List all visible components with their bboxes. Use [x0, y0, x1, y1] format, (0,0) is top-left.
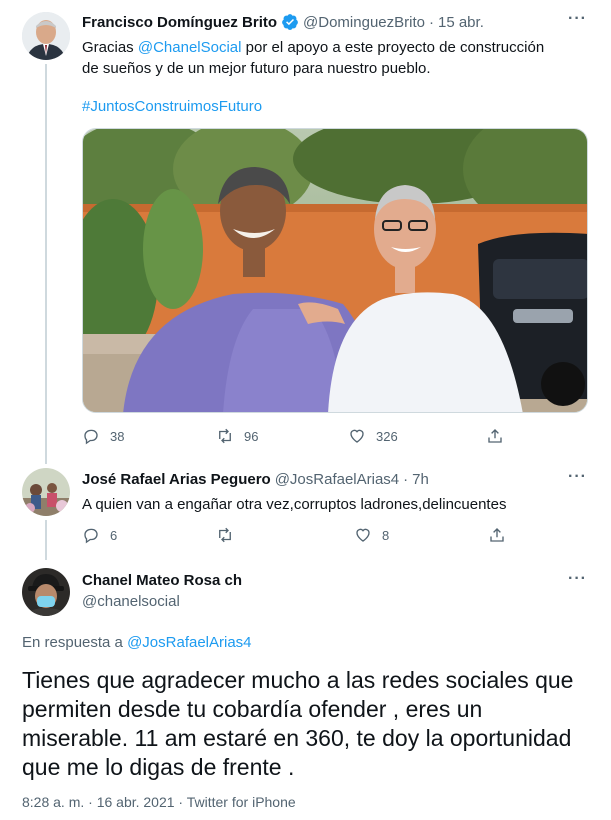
tweet2-text: A quien van a engañar otra vez,corruptos… [82, 496, 507, 513]
tweet2-handle[interactable]: @JosRafaelArias4 [275, 471, 399, 488]
tweet1-photo[interactable] [82, 128, 588, 413]
tweet1-reply-count: 38 [110, 428, 125, 444]
tweet2-like-count: 8 [382, 527, 390, 543]
tweet3-timestamp[interactable]: 8:28 a. m. · 16 abr. 2021 · Twitter for … [22, 794, 296, 810]
avatar-jose[interactable] [22, 468, 70, 516]
tweet1-mention-link[interactable]: @ChanelSocial [138, 39, 242, 56]
reply-context-prefix: En respuesta a [22, 634, 128, 651]
tweet1-retweet-count: 96 [244, 428, 259, 444]
reply-icon [84, 429, 98, 445]
retweet-icon [219, 428, 231, 444]
tweet3-text: Tienes que agradecer mucho a las redes s… [22, 667, 574, 780]
tweet1-text: Gracias @ChanelSocial por el apoyo a est… [82, 37, 562, 79]
tweet1-more-icon[interactable]: ··· [568, 10, 587, 28]
tweet2-reply-count: 6 [110, 527, 118, 543]
verified-badge-icon [281, 13, 299, 31]
share-icon [488, 429, 502, 443]
tweet1-actions: 38 96 326 [82, 426, 588, 446]
tweet1-dot: · [428, 13, 434, 31]
tweet1-handle[interactable]: @DominguezBrito [303, 14, 425, 31]
tweet1-like-count: 326 [376, 428, 398, 444]
tweet2-date[interactable]: 7h [412, 471, 429, 488]
thread-line-2 [45, 520, 47, 560]
tweet1-reply-button[interactable]: 38 [82, 427, 124, 445]
tweet2-reply-button[interactable]: 6 [82, 526, 117, 544]
tweet3-author-name[interactable]: Chanel Mateo Rosa ch [82, 572, 242, 589]
tweet2-dot: · [403, 471, 409, 488]
avatar-francisco[interactable] [22, 12, 70, 60]
heart-icon [356, 528, 370, 542]
thread-line-1 [45, 64, 47, 464]
tweet2-actions: 6 8 [82, 525, 588, 545]
tweet2-more-icon[interactable]: ··· [568, 468, 587, 486]
tweet3-reply-context: En respuesta a @JosRafaelArias4 [22, 634, 252, 651]
tweet1-header: Francisco Domínguez Brito @DominguezBrit… [82, 13, 582, 31]
reply-to-link[interactable]: @JosRafaelArias4 [127, 634, 251, 651]
tweet3-handle[interactable]: @chanelsocial [82, 593, 180, 610]
tweet1-retweet-button[interactable]: 96 [216, 427, 258, 445]
tweet1-like-button[interactable]: 326 [348, 427, 398, 445]
tweet2-author-name[interactable]: José Rafael Arias Peguero [82, 471, 271, 488]
tweet3-more-icon[interactable]: ··· [568, 570, 587, 588]
tweet1-text-prefix: Gracias [82, 39, 138, 56]
tweet2-header: José Rafael Arias Peguero @JosRafaelAria… [82, 471, 572, 488]
tweet1-share-button[interactable] [486, 427, 504, 445]
retweet-icon [219, 527, 231, 543]
heart-icon [350, 429, 364, 443]
tweet1-date[interactable]: 15 abr. [438, 14, 484, 31]
reply-icon [84, 528, 98, 544]
tweet2-like-button[interactable]: 8 [354, 526, 389, 544]
tweet1-author-name[interactable]: Francisco Domínguez Brito [82, 14, 277, 31]
share-icon [490, 528, 504, 542]
tweet2-share-button[interactable] [488, 526, 506, 544]
tweet2-retweet-button[interactable] [216, 526, 234, 544]
tweet1-hashtag-link[interactable]: #JuntosConstruimosFuturo [82, 96, 262, 117]
avatar-chanel[interactable] [22, 568, 70, 616]
